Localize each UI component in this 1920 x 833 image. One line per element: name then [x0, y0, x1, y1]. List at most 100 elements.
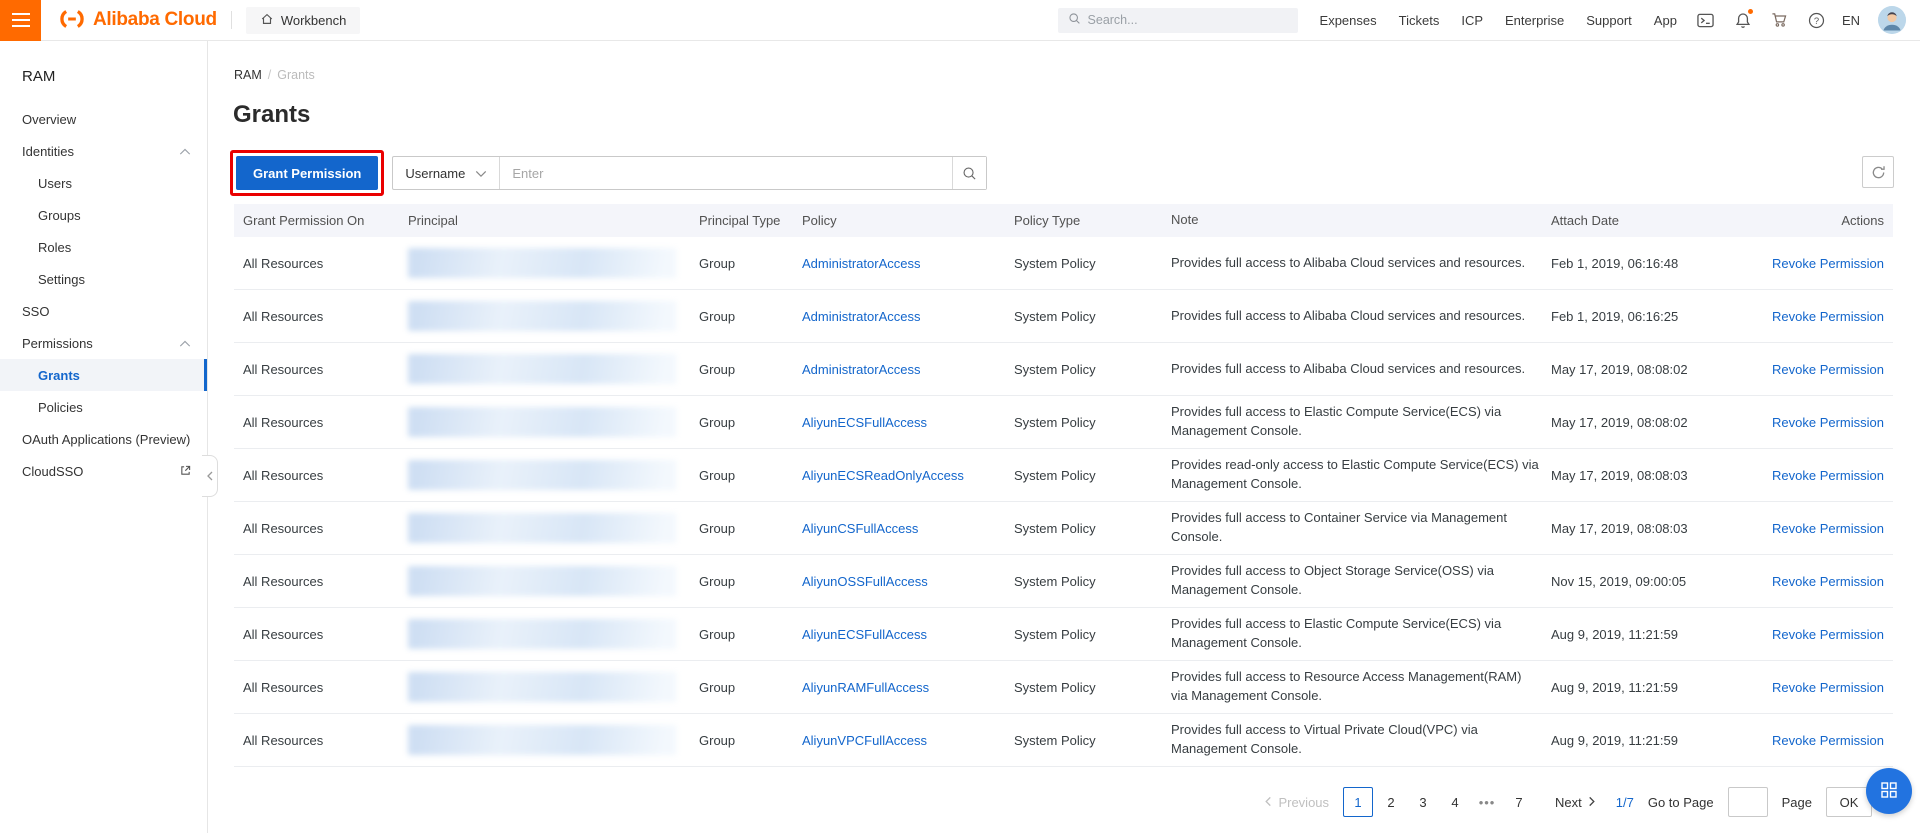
widgets-fab-button[interactable]: [1866, 768, 1912, 814]
revoke-permission-link[interactable]: Revoke Permission: [1772, 309, 1884, 324]
sidebar-title: RAM: [0, 41, 207, 103]
next-page-button[interactable]: Next: [1555, 795, 1596, 810]
column-header: Policy: [802, 213, 1014, 228]
policy-link[interactable]: AdministratorAccess: [802, 362, 920, 377]
policy-link[interactable]: AliyunOSSFullAccess: [802, 574, 928, 589]
sidebar-item-oauth-applications-preview[interactable]: OAuth Applications (Preview): [0, 423, 207, 455]
global-search-input[interactable]: Search...: [1058, 8, 1298, 33]
sidebar-item-roles[interactable]: Roles: [0, 231, 207, 263]
avatar[interactable]: [1878, 6, 1906, 34]
revoke-permission-link[interactable]: Revoke Permission: [1772, 627, 1884, 642]
menu-icon[interactable]: [0, 0, 41, 41]
toolbar: Grant Permission Username: [230, 149, 1896, 197]
topbar-link[interactable]: Support: [1586, 13, 1632, 28]
goto-page-input[interactable]: [1728, 787, 1768, 817]
cell-attach-date: Nov 15, 2019, 09:00:05: [1551, 574, 1771, 589]
policy-link[interactable]: AliyunRAMFullAccess: [802, 680, 929, 695]
table-header-row: Grant Permission On Principal Principal …: [234, 204, 1893, 237]
language-selector[interactable]: EN: [1842, 13, 1860, 28]
cell-attach-date: Aug 9, 2019, 11:21:59: [1551, 733, 1771, 748]
page-numbers: 1 2 3 4 ••• 7: [1343, 787, 1533, 817]
cell-principal-type: Group: [699, 362, 802, 377]
revoke-permission-link[interactable]: Revoke Permission: [1772, 680, 1884, 695]
grant-permission-button[interactable]: Grant Permission: [236, 156, 378, 190]
sidebar-item-identities[interactable]: Identities: [0, 135, 207, 167]
table-row: All Resources Group AliyunECSFullAccess …: [234, 608, 1893, 661]
refresh-button[interactable]: [1862, 156, 1894, 188]
table-row: All Resources Group AdministratorAccess …: [234, 343, 1893, 396]
topbar-link[interactable]: ICP: [1461, 13, 1483, 28]
cell-grant-permission-on: All Resources: [234, 574, 408, 589]
topbar-link[interactable]: Expenses: [1320, 13, 1377, 28]
sidebar-item-sso[interactable]: SSO: [0, 295, 207, 327]
revoke-permission-link[interactable]: Revoke Permission: [1772, 415, 1884, 430]
policy-link[interactable]: AliyunCSFullAccess: [802, 521, 918, 536]
filter-search-input[interactable]: [500, 157, 952, 189]
help-icon[interactable]: ?: [1808, 11, 1826, 29]
page-number-button[interactable]: 4: [1441, 787, 1469, 817]
cell-attach-date: Aug 9, 2019, 11:21:59: [1551, 627, 1771, 642]
page-number-button[interactable]: 7: [1505, 787, 1533, 817]
principal-redacted-block: [408, 566, 676, 596]
policy-link[interactable]: AliyunECSFullAccess: [802, 415, 927, 430]
main-content: RAM/Grants Grants Grant Permission Usern…: [209, 41, 1920, 833]
filter-field-select[interactable]: Username: [393, 157, 500, 189]
console-icon[interactable]: [1697, 11, 1715, 29]
page-label: Page: [1782, 795, 1812, 810]
sidebar-item-cloudsso[interactable]: CloudSSO: [0, 455, 207, 487]
page-number-button[interactable]: 2: [1377, 787, 1405, 817]
search-submit-button[interactable]: [952, 157, 986, 189]
sidebar-item-overview[interactable]: Overview: [0, 103, 207, 135]
column-header: Actions: [1771, 213, 1893, 228]
sidebar-item-grants[interactable]: Grants: [0, 359, 207, 391]
divider: [231, 11, 232, 29]
sidebar-item-groups[interactable]: Groups: [0, 199, 207, 231]
page-number-button[interactable]: 3: [1409, 787, 1437, 817]
revoke-permission-link[interactable]: Revoke Permission: [1772, 521, 1884, 536]
column-header: Grant Permission On: [234, 213, 408, 228]
home-icon: [260, 12, 274, 29]
revoke-permission-link[interactable]: Revoke Permission: [1772, 468, 1884, 483]
revoke-permission-link[interactable]: Revoke Permission: [1772, 733, 1884, 748]
alibaba-cloud-logo[interactable]: Alibaba Cloud: [57, 9, 217, 32]
page-number-button[interactable]: 1: [1343, 787, 1373, 817]
cell-policy-type: System Policy: [1014, 415, 1171, 430]
principal-redacted-block: [408, 407, 676, 437]
topbar-link[interactable]: App: [1654, 13, 1677, 28]
policy-link[interactable]: AliyunVPCFullAccess: [802, 733, 927, 748]
breadcrumb-root[interactable]: RAM: [234, 68, 262, 82]
cell-principal: [408, 248, 699, 278]
revoke-permission-link[interactable]: Revoke Permission: [1772, 362, 1884, 377]
topbar-icons: ?: [1697, 11, 1826, 29]
policy-link[interactable]: AliyunECSReadOnlyAccess: [802, 468, 964, 483]
cell-policy-type: System Policy: [1014, 256, 1171, 271]
policy-link[interactable]: AdministratorAccess: [802, 309, 920, 324]
sidebar-collapse-handle[interactable]: [202, 455, 218, 497]
workbench-button[interactable]: Workbench: [246, 7, 361, 34]
cell-note: Provides full access to Virtual Private …: [1171, 721, 1551, 759]
policy-link[interactable]: AdministratorAccess: [802, 256, 920, 271]
sidebar-item-settings[interactable]: Settings: [0, 263, 207, 295]
topbar-nav: Expenses Tickets ICP Enterprise Support …: [1320, 13, 1677, 28]
revoke-permission-link[interactable]: Revoke Permission: [1772, 256, 1884, 271]
previous-page-button[interactable]: Previous: [1264, 795, 1329, 810]
policy-link[interactable]: AliyunECSFullAccess: [802, 627, 927, 642]
principal-redacted-block: [408, 513, 676, 543]
cart-icon[interactable]: [1771, 11, 1789, 29]
column-header: Attach Date: [1551, 213, 1771, 228]
table-row: All Resources Group AliyunVPCFullAccess …: [234, 714, 1893, 767]
sidebar-item-policies[interactable]: Policies: [0, 391, 207, 423]
page-ratio: 1/7: [1616, 795, 1634, 810]
sidebar-item-permissions[interactable]: Permissions: [0, 327, 207, 359]
cell-note: Provides full access to Alibaba Cloud se…: [1171, 360, 1551, 379]
bell-icon[interactable]: [1734, 11, 1752, 29]
chevron-up-icon: [179, 144, 191, 159]
sidebar-item-users[interactable]: Users: [0, 167, 207, 199]
topbar-link[interactable]: Enterprise: [1505, 13, 1564, 28]
cell-note: Provides full access to Alibaba Cloud se…: [1171, 254, 1551, 273]
topbar-link[interactable]: Tickets: [1399, 13, 1440, 28]
cell-note: Provides full access to Resource Access …: [1171, 668, 1551, 706]
revoke-permission-link[interactable]: Revoke Permission: [1772, 574, 1884, 589]
cell-attach-date: Aug 9, 2019, 11:21:59: [1551, 680, 1771, 695]
external-link-icon: [180, 464, 191, 479]
